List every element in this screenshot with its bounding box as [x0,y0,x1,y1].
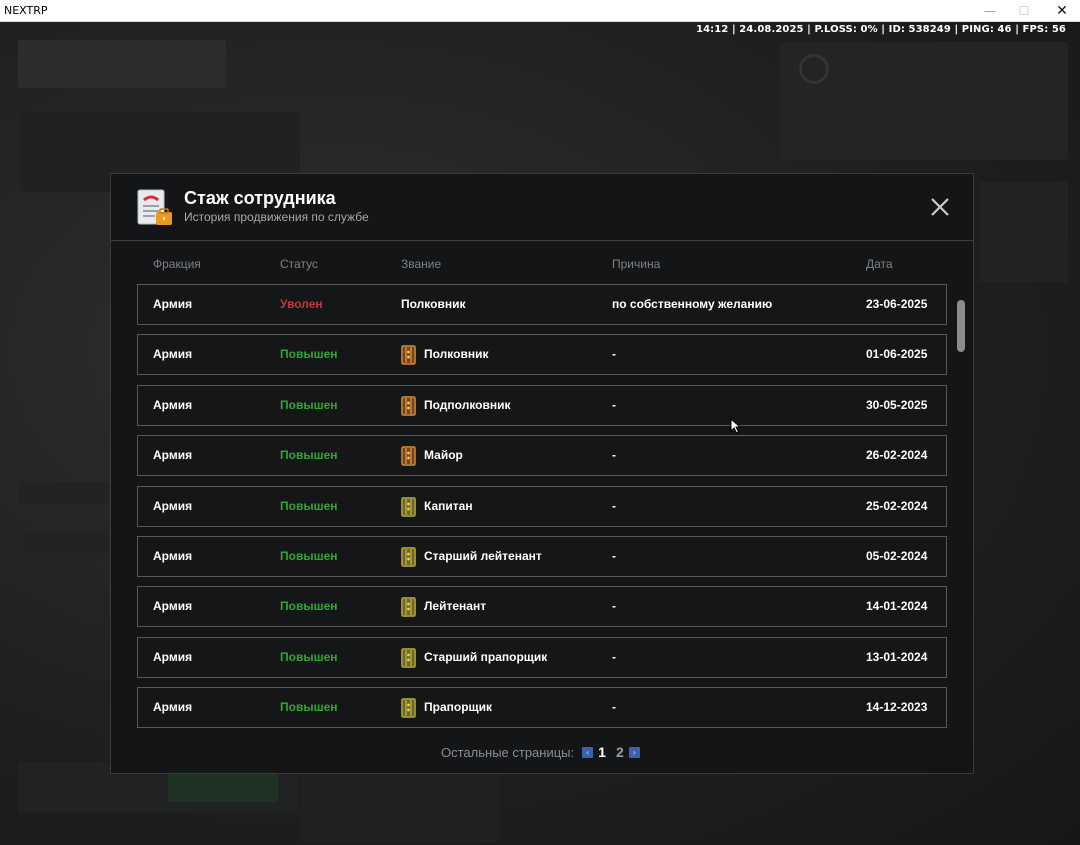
row-faction: Армия [153,599,193,614]
table-row[interactable]: Армия Повышен Майор - 26-02-2024 [137,435,947,477]
column-header-date: Дата [866,257,893,271]
row-reason: - [612,700,616,715]
pagination: Остальные страницы: ‹ 1 2 › [441,742,640,762]
row-status: Повышен [280,549,338,563]
row-rank: Старший лейтенант [424,549,542,563]
background-tab [18,532,108,554]
row-rank: Майор [424,448,463,463]
rank-insignia-icon [401,496,416,517]
row-status: Повышен [280,599,338,614]
row-date: 25-02-2024 [866,498,928,513]
row-date: 26-02-2024 [866,448,928,463]
minimize-button[interactable]: — [972,0,1008,22]
row-rank: Прапорщик [424,700,493,715]
rank-insignia-icon [401,698,416,719]
modal-title: Стаж сотрудника [184,188,336,208]
row-faction: Армия [153,498,193,513]
row-reason: - [612,448,616,463]
mouse-cursor-icon [730,418,742,434]
table-row[interactable]: Армия Уволен Полковник по собственному жела… [137,284,947,325]
window-titlebar: NEXTRP — ☐ ✕ [0,0,1080,22]
table-row[interactable]: Армия Повышен Лейтенант - 14-01-2024 [137,586,947,628]
row-date: 30-05-2025 [866,397,928,412]
row-status: Повышен [280,347,338,362]
column-header-rank: Звание [401,257,442,271]
row-faction: Армия [153,347,193,362]
table-row[interactable]: Армия Повышен Полковник - 01-06-2025 [137,334,947,376]
rank-insignia-icon [401,395,416,416]
modal-header: Стаж сотрудника История продвижения по с… [111,174,973,241]
row-reason: - [612,397,616,412]
row-faction: Армия [153,448,193,463]
background-logo [18,40,226,88]
row-date: 01-06-2025 [866,347,928,362]
rank-insignia-icon [401,446,416,467]
row-status: Повышен [280,498,338,513]
prev-page-icon[interactable]: ‹ [582,746,594,758]
table-row[interactable]: Армия Повышен Капитан - 25-02-2024 [137,485,947,527]
table-row[interactable]: Армия Повышен Старший прапорщик - 13-01-2024 [137,636,947,678]
row-status: Уволен [280,297,323,311]
window-title: NEXTRP [4,4,48,17]
row-date: 14-01-2024 [866,599,928,614]
column-header-faction: Фракция [153,257,201,271]
row-faction: Армия [153,549,193,563]
rank-insignia-icon [401,647,416,668]
row-rank: Старший прапорщик [424,649,548,664]
row-date: 14-12-2023 [866,700,928,715]
table-row[interactable]: Армия Повышен Подполковник - 30-05-2025 [137,384,947,426]
row-rank: Лейтенант [424,599,487,614]
close-icon[interactable] [927,194,953,220]
row-rank: Подполковник [424,397,511,412]
background-side-block [980,182,1068,282]
row-status: Повышен [280,700,338,715]
row-status: Повышен [280,397,338,412]
page-2-button[interactable]: 2 [616,744,624,760]
background-green-button [168,772,278,802]
window-close-button[interactable]: ✕ [1044,0,1080,22]
row-reason: - [612,549,616,563]
table-row[interactable]: Армия Повышен Прапорщик - 14-12-2023 [137,687,947,728]
row-rank: Полковник [401,297,466,311]
column-header-reason: Причина [612,257,661,271]
page-1-button[interactable]: 1 [598,744,606,760]
row-date: 05-02-2024 [866,549,928,563]
rank-insignia-icon [401,345,416,366]
document-icon [137,189,172,225]
row-rank: Капитан [424,498,473,513]
row-reason: - [612,347,616,362]
row-faction: Армия [153,649,193,664]
column-header-status: Статус [280,257,318,271]
employee-seniority-modal: Стаж сотрудника История продвижения по с… [110,173,974,774]
maximize-button[interactable]: ☐ [1006,0,1042,22]
rank-insignia-icon [401,597,416,618]
row-reason: - [612,599,616,614]
row-faction: Армия [153,700,193,715]
row-faction: Армия [153,397,193,412]
row-faction: Армия [153,297,193,311]
next-page-icon[interactable]: › [628,746,640,758]
row-date: 23-06-2025 [866,297,928,311]
row-reason: - [612,649,616,664]
history-list[interactable]: Армия Уволен Полковник по собственному жела… [137,284,949,728]
background-tab [18,482,108,504]
row-reason: - [612,498,616,513]
row-rank: Полковник [424,347,489,362]
background-level-badge [799,54,829,84]
pager-label: Остальные страницы: [441,744,575,760]
row-reason: по собственному желанию [612,297,773,311]
row-status: Повышен [280,649,338,664]
row-date: 13-01-2024 [866,649,928,664]
hud-info-bar: 14:12 | 24.08.2025 | P.LOSS: 0% | ID: 53… [696,24,1066,35]
modal-subtitle: История продвижения по службе [184,210,369,224]
table-row[interactable]: Армия Повышен Старший лейтенант - 05-02-2024 [137,536,947,577]
row-status: Повышен [280,448,338,463]
scrollbar-thumb[interactable] [957,300,965,352]
rank-insignia-icon [401,547,416,567]
game-viewport: 14:12 | 24.08.2025 | P.LOSS: 0% | ID: 53… [0,22,1080,845]
